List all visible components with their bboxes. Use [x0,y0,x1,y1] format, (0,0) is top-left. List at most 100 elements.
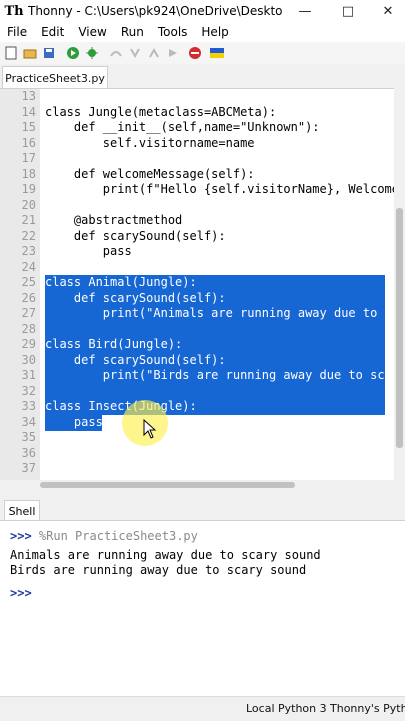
menu-tools[interactable]: Tools [158,25,188,39]
code-text: def scarySound(self): [45,290,226,305]
code-text: pass [45,414,103,429]
code-line: 34 pass [0,415,394,431]
step-into-icon[interactable] [127,45,143,61]
run-icon[interactable] [65,45,81,61]
code-line: 21 @abstractmethod [0,213,394,229]
shell-prompt-line: >>> [10,586,32,601]
run-command: %Run PracticeSheet3.py [38,529,198,543]
save-file-icon[interactable] [41,45,57,61]
thonny-logo-icon: Th [4,3,24,19]
code-text: print("Birds are running away due to sca… [45,368,394,382]
code-text: def welcomeMessage(self): [45,166,255,181]
resume-icon[interactable] [165,45,181,61]
line-number: 17 [21,151,36,165]
mouse-pointer-icon [143,418,157,443]
line-number: 16 [21,135,36,150]
code-line: 13 [0,89,394,105]
line-number: 33 [21,399,36,413]
title-bar: Th Thonny - C:\Users\pk924\OneDrive\Desk… [0,0,405,22]
step-over-icon[interactable] [108,45,124,61]
shell-prompt: >>> [10,586,32,600]
line-number: 37 [21,461,36,475]
code-text: self.visitorname=name [45,135,255,150]
ukraine-flag-icon[interactable] [209,45,225,61]
code-line: 24 [0,260,394,276]
code-line: 26 def scarySound(self): [0,291,394,307]
line-number: 20 [21,197,36,212]
code-text: pass [45,244,132,258]
code-line: 31 print("Birds are running away due to … [0,368,394,384]
shell-output-line: Birds are running away due to scary soun… [10,563,307,577]
code-text: class Bird(Jungle): [45,337,183,351]
toolbar [0,42,405,64]
code-text: print(f"Hello {self.visitorName}, Welcom… [45,182,394,196]
status-bar: Local Python 3 Thonny's Python [0,696,405,721]
code-text: def __init__(self,name="Unknown"): [45,120,320,134]
line-number: 19 [21,182,36,196]
debug-icon[interactable] [84,45,100,61]
line-number: 29 [21,337,36,351]
shell-tab-bar: Shell [0,498,405,521]
code-editor[interactable]: 13 14 class Jungle(metaclass=ABCMeta): 1… [0,88,394,481]
code-line: 22 def scarySound(self): [0,229,394,245]
stop-icon[interactable] [187,45,203,61]
menu-file[interactable]: File [7,25,27,39]
code-line: 30 def scarySound(self): [0,353,394,369]
line-number: 23 [21,244,36,258]
line-number: 15 [21,120,36,134]
step-out-icon[interactable] [146,45,162,61]
menu-help[interactable]: Help [201,25,228,39]
interpreter-selector[interactable]: Local Python 3 [246,702,327,715]
line-number: 27 [21,306,36,320]
line-number: 34 [21,414,36,429]
shell-run-line: >>> %Run PracticeSheet3.py [10,529,198,544]
tab-practicesheet3[interactable]: PracticeSheet3.py [2,66,108,89]
code-line: 25 class Animal(Jungle): [0,275,394,291]
code-text: class Insect(Jungle): [45,399,197,413]
line-number: 26 [21,290,36,305]
line-number: 22 [21,228,36,243]
line-number: 13 [21,89,36,103]
code-line: 37 [0,461,394,477]
line-number: 30 [21,352,36,367]
code-line: 19 print(f"Hello {self.visitorName}, Wel… [0,182,394,198]
window-title: Thonny - C:\Users\pk924\OneDrive\Desktop… [28,4,283,18]
scrollbar-thumb[interactable] [396,208,403,448]
editor-horizontal-scrollbar[interactable] [0,480,405,490]
line-number: 25 [21,275,36,289]
tab-shell[interactable]: Shell [4,500,40,521]
code-line: 20 [0,198,394,214]
scrollbar-thumb[interactable] [40,482,295,488]
close-button[interactable]: ✕ [368,0,405,22]
code-line: 27 print("Animals are running away due t… [0,306,394,322]
menu-view[interactable]: View [78,25,106,39]
code-line: 18 def welcomeMessage(self): [0,167,394,183]
new-file-icon[interactable] [3,45,19,61]
editor-vertical-scrollbar[interactable] [394,88,405,480]
shell-console[interactable]: >>> %Run PracticeSheet3.py Animals are r… [0,520,405,696]
menu-edit[interactable]: Edit [41,25,64,39]
code-text: def scarySound(self): [45,352,226,367]
line-number: 24 [21,259,36,274]
code-line: 35 [0,430,394,446]
code-line: 16 self.visitorname=name [0,136,394,152]
minimize-button[interactable]: — [285,0,325,22]
code-line: 14 class Jungle(metaclass=ABCMeta): [0,105,394,121]
line-number: 21 [21,213,36,227]
menu-run[interactable]: Run [121,25,144,39]
maximize-button[interactable]: □ [328,0,368,22]
line-number: 28 [21,321,36,336]
interpreter-variant[interactable]: Thonny's Python [330,702,405,715]
line-number: 36 [21,445,36,460]
line-number: 31 [21,368,36,382]
shell-output-line: Animals are running away due to scary so… [10,548,321,562]
open-file-icon[interactable] [22,45,38,61]
editor-tab-bar: PracticeSheet3.py [0,64,405,89]
code-text: class Jungle(metaclass=ABCMeta): [45,104,277,119]
shell-prompt: >>> [10,529,32,543]
code-line: 28 [0,322,394,338]
code-line: 17 [0,151,394,167]
code-line: 23 pass [0,244,394,260]
code-text: class Animal(Jungle): [45,275,197,289]
line-number: 32 [21,383,36,398]
